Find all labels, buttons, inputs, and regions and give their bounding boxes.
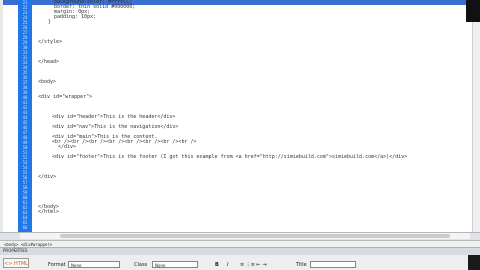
window-edge — [468, 255, 480, 270]
bold-button[interactable]: B — [215, 262, 219, 268]
title-field[interactable] — [310, 261, 356, 268]
code-line[interactable]: </style> — [38, 39, 62, 45]
class-select[interactable]: None — [152, 261, 198, 268]
code-line[interactable]: </head> — [38, 59, 59, 65]
properties-panel-header[interactable] — [0, 247, 480, 255]
format-label: Format — [48, 262, 66, 268]
code-line[interactable]: </div> — [38, 174, 56, 180]
class-label: Class — [134, 262, 148, 268]
code-line[interactable]: padding: 10px; — [54, 14, 96, 20]
right-scroll-area[interactable] — [472, 22, 480, 232]
code-line[interactable]: </html> — [38, 209, 59, 215]
tag-selector-bar — [0, 240, 480, 247]
code-line[interactable]: <body> — [38, 79, 56, 85]
code-line[interactable]: <div id="wrapper"> — [38, 94, 92, 100]
list-icons[interactable]: ≡ ⋮≡ ⇤ ⇥ — [240, 262, 267, 268]
properties-panel-title: PROPERTIES — [3, 248, 28, 253]
scrollbar-thumb[interactable] — [60, 234, 450, 238]
title-label: Title — [296, 262, 307, 268]
code-line[interactable]: </div> — [58, 144, 76, 150]
line-number: 66 — [22, 225, 28, 230]
line-number-gutter: 21 22 23 24 25 26 27 28 29 30 31 32 33 34 35 36 37 38 39 40… — [18, 0, 32, 232]
italic-button[interactable]: I — [227, 262, 228, 268]
code-line[interactable]: <div id="header">This is the header</div… — [52, 114, 175, 120]
dreamweaver-code-view: 21 22 23 24 25 26 27 28 29 30 31 32 33 34 35 36 37 38 39 40… — [0, 0, 480, 270]
window-corner — [466, 0, 480, 22]
code-line[interactable]: <div id="footer">This is the footer (I g… — [52, 154, 407, 160]
left-toolbar-strip — [0, 0, 3, 240]
format-select[interactable]: None — [68, 261, 120, 268]
html-mode-button[interactable]: <> HTML — [3, 258, 29, 268]
code-line[interactable]: } — [48, 19, 51, 25]
code-line[interactable]: <div id="nav">This is the navigation</di… — [52, 124, 178, 130]
